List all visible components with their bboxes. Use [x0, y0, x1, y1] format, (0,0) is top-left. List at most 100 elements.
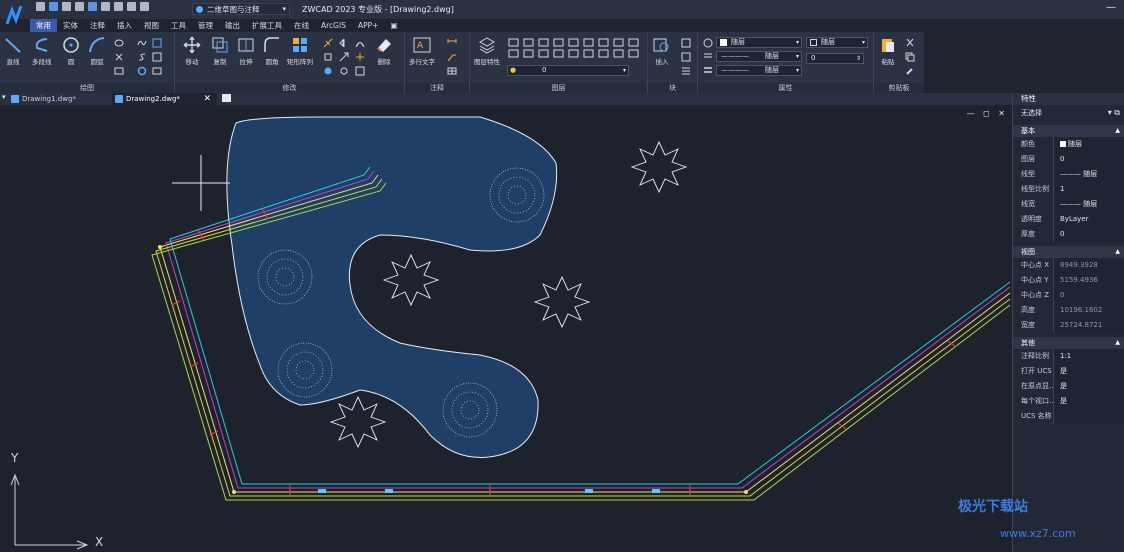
property-row[interactable]: 注释比例 1:1	[1013, 349, 1124, 364]
section-basic[interactable]: 基本 ▲	[1013, 125, 1124, 137]
ribbon-tab[interactable]: 常用	[30, 19, 57, 32]
trim-icon[interactable]	[323, 38, 333, 48]
mtext-tool-button[interactable]: A 多行文字	[409, 36, 435, 66]
chamfer-icon[interactable]	[355, 66, 365, 76]
property-row[interactable]: 中心点 Z 0	[1013, 288, 1124, 303]
property-value[interactable]: 1:1	[1053, 349, 1124, 364]
ribbon-tab[interactable]: 视图	[138, 19, 165, 32]
donut-icon[interactable]	[137, 66, 147, 76]
property-value[interactable]: 25724.8721	[1053, 318, 1124, 333]
edit-block-icon[interactable]	[681, 52, 691, 62]
revcloud-icon[interactable]	[152, 66, 162, 76]
property-value[interactable]: 0	[1053, 288, 1124, 303]
section-view[interactable]: 视图 ▲	[1013, 246, 1124, 258]
ribbon-tab[interactable]: 注释	[84, 19, 111, 32]
ribbon-tab[interactable]: ArcGIS	[315, 19, 352, 32]
ribbon-tab[interactable]: 扩展工具	[246, 19, 288, 32]
dimension-icon[interactable]	[447, 38, 457, 48]
region-icon[interactable]	[137, 52, 147, 62]
layer-select[interactable]: ● 0 ▾	[507, 65, 629, 76]
ribbon-tab[interactable]: 在线	[288, 19, 315, 32]
layer-tools-icon[interactable]	[507, 37, 643, 59]
join-icon[interactable]	[323, 66, 333, 76]
create-block-icon[interactable]	[681, 38, 691, 48]
open-file-icon[interactable]	[49, 2, 58, 11]
ribbon-tab[interactable]: 插入	[111, 19, 138, 32]
property-row[interactable]: 颜色 随层	[1013, 137, 1124, 152]
property-value[interactable]: 随层	[1053, 137, 1124, 152]
rotate-icon[interactable]	[323, 52, 333, 62]
lineweight-select[interactable]: ———— 随层 ▾	[716, 65, 802, 76]
move-tool-button[interactable]: 移动	[183, 36, 201, 66]
copy-tool-button[interactable]: 复制	[211, 36, 229, 66]
close-tab-icon[interactable]: ✕	[203, 93, 211, 105]
cut-icon[interactable]	[905, 38, 915, 48]
ribbon-tab[interactable]: ▣	[384, 19, 403, 32]
property-value[interactable]: 0	[1053, 227, 1124, 242]
ribbon-tab[interactable]: 实体	[57, 19, 84, 32]
property-row[interactable]: 打开 UCS ... 是	[1013, 364, 1124, 379]
transparency-input[interactable]: 0 ⇕	[806, 53, 864, 64]
save-as-icon[interactable]	[75, 2, 84, 11]
ribbon-tab[interactable]: 输出	[219, 19, 246, 32]
match-props-icon[interactable]	[703, 38, 713, 48]
rectangle-icon[interactable]	[114, 66, 124, 76]
property-row[interactable]: 线型 ——— 随层	[1013, 167, 1124, 182]
property-row[interactable]: 图层 0	[1013, 152, 1124, 167]
property-value[interactable]: 是	[1053, 394, 1124, 409]
undo-icon[interactable]	[127, 2, 136, 11]
tab-drawing2[interactable]: Drawing2.dwg* ✕	[112, 93, 217, 105]
drawing-canvas[interactable]: — ◻ ✕ Y X	[0, 105, 1012, 552]
minimize-button[interactable]: —	[1106, 2, 1116, 13]
property-row[interactable]: 高度 10196.1602	[1013, 303, 1124, 318]
property-value[interactable]: ByLayer	[1053, 212, 1124, 227]
rect-array-tool-button[interactable]: 矩形阵列	[287, 36, 313, 66]
app-logo-icon[interactable]	[4, 2, 26, 32]
point-icon[interactable]	[114, 52, 124, 62]
property-value[interactable]: 1	[1053, 182, 1124, 197]
ellipse-icon[interactable]	[114, 38, 124, 48]
table-icon[interactable]	[447, 66, 457, 76]
insert-block-button[interactable]: 插入	[653, 36, 671, 66]
offset-icon[interactable]	[355, 38, 365, 48]
erase-tool-button[interactable]: 删除	[375, 36, 393, 66]
tab-drawing1[interactable]: Drawing1.dwg*	[8, 93, 108, 105]
property-value[interactable]: 是	[1053, 364, 1124, 379]
boundary-icon[interactable]	[152, 52, 162, 62]
layer-properties-button[interactable]: 图层特性	[474, 36, 500, 66]
scale-icon[interactable]	[339, 52, 349, 62]
section-misc[interactable]: 其他 ▲	[1013, 337, 1124, 349]
property-row[interactable]: 中心点 X 8949.3928	[1013, 258, 1124, 273]
property-value[interactable]: ——— 随层	[1053, 167, 1124, 182]
property-row[interactable]: UCS 名称	[1013, 409, 1124, 424]
match-brush-icon[interactable]	[905, 66, 915, 76]
tab-menu-icon[interactable]: ▾	[2, 93, 6, 101]
property-row[interactable]: 每个视口... 是	[1013, 394, 1124, 409]
property-value[interactable]	[1053, 409, 1124, 424]
break-icon[interactable]	[339, 66, 349, 76]
quick-select-icon[interactable]: ▾ ⧉	[1108, 105, 1120, 121]
color-select[interactable]: 随层 ▾	[716, 37, 802, 48]
mirror-icon[interactable]	[339, 38, 349, 48]
ribbon-tab[interactable]: 工具	[165, 19, 192, 32]
property-value[interactable]: 10196.1602	[1053, 303, 1124, 318]
circle-tool-button[interactable]: 圆	[62, 36, 80, 66]
property-value[interactable]: 是	[1053, 379, 1124, 394]
print-icon[interactable]	[101, 2, 110, 11]
property-value[interactable]: 5159.4936	[1053, 273, 1124, 288]
fillet-tool-button[interactable]: 圆角	[263, 36, 281, 66]
property-value[interactable]: 0	[1053, 152, 1124, 167]
new-file-icon[interactable]	[36, 2, 45, 11]
line-tool-button[interactable]: 直线	[4, 36, 22, 66]
selection-select[interactable]: 无选择 ▾ ⧉	[1013, 105, 1124, 121]
workspace-select[interactable]: 二维草图与注释 ▾	[192, 3, 290, 15]
ribbon-tab[interactable]: 管理	[192, 19, 219, 32]
property-row[interactable]: 在原点显... 是	[1013, 379, 1124, 394]
plot-icon[interactable]	[88, 2, 97, 11]
new-tab-icon[interactable]	[222, 94, 231, 102]
leader-icon[interactable]	[447, 52, 457, 62]
polyline-tool-button[interactable]: 多段线	[32, 36, 52, 66]
property-row[interactable]: 厚度 0	[1013, 227, 1124, 242]
property-value[interactable]: ——— 随层	[1053, 197, 1124, 212]
property-row[interactable]: 透明度 ByLayer	[1013, 212, 1124, 227]
